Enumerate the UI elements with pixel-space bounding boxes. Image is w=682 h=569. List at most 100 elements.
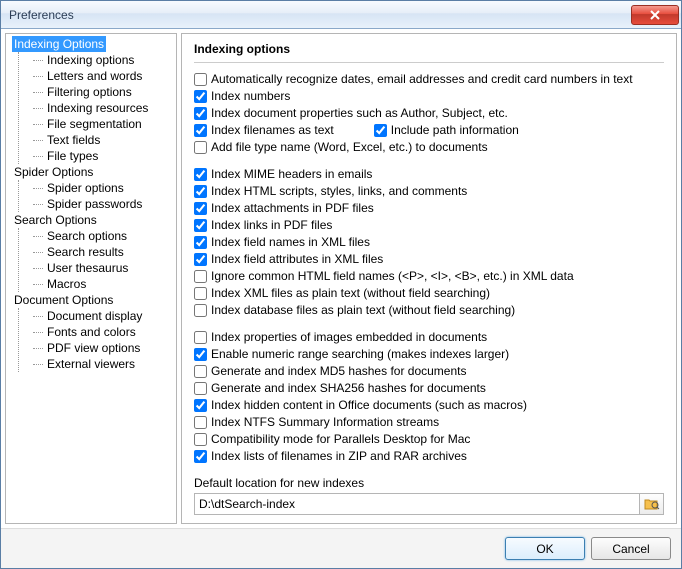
option-checkbox[interactable] (194, 433, 207, 446)
option-checkbox[interactable] (194, 90, 207, 103)
option-checkbox[interactable] (194, 365, 207, 378)
option-checkbox[interactable] (194, 348, 207, 361)
tree-item[interactable]: File segmentation (33, 116, 176, 132)
panel-heading: Indexing options (194, 42, 664, 56)
option-row: Index numbers (194, 88, 664, 105)
option-row: Index document properties such as Author… (194, 105, 664, 122)
option-checkbox[interactable] (194, 399, 207, 412)
option-checkbox[interactable] (194, 304, 207, 317)
option-label: Index HTML scripts, styles, links, and c… (211, 183, 467, 200)
option-row: Index NTFS Summary Information streams (194, 414, 664, 431)
option-row: Index field attributes in XML files (194, 251, 664, 268)
option-row: Ignore common HTML field names (<P>, <I>… (194, 268, 664, 285)
option-row: Index hidden content in Office documents… (194, 397, 664, 414)
tree-item[interactable]: User thesaurus (33, 260, 176, 276)
tree-item[interactable]: Document display (33, 308, 176, 324)
close-icon (650, 10, 660, 20)
option-checkbox[interactable] (194, 107, 207, 120)
tree-item[interactable]: File types (33, 148, 176, 164)
option-row: Add file type name (Word, Excel, etc.) t… (194, 139, 664, 156)
option-checkbox[interactable] (374, 124, 387, 137)
nav-tree: Indexing OptionsIndexing optionsLetters … (5, 33, 177, 524)
tree-header[interactable]: Document Options (12, 292, 176, 308)
dialog-body: Indexing OptionsIndexing optionsLetters … (1, 29, 681, 528)
option-label: Index document properties such as Author… (211, 105, 508, 122)
option-checkbox[interactable] (194, 382, 207, 395)
preferences-window: Preferences Indexing OptionsIndexing opt… (0, 0, 682, 569)
tree-item[interactable]: External viewers (33, 356, 176, 372)
option-checkbox[interactable] (194, 185, 207, 198)
option-label: Index hidden content in Office documents… (211, 397, 527, 414)
option-label: Index NTFS Summary Information streams (211, 414, 439, 431)
option-label: Enable numeric range searching (makes in… (211, 346, 509, 363)
option-row: Index field names in XML files (194, 234, 664, 251)
option-label: Index links in PDF files (211, 217, 332, 234)
option-row: Index HTML scripts, styles, links, and c… (194, 183, 664, 200)
tree-header[interactable]: Indexing Options (12, 36, 106, 52)
option-checkbox[interactable] (194, 168, 207, 181)
option-label: Generate and index SHA256 hashes for doc… (211, 380, 486, 397)
option-row: Index lists of filenames in ZIP and RAR … (194, 448, 664, 465)
tree-item[interactable]: Indexing options (33, 52, 176, 68)
option-checkbox[interactable] (194, 287, 207, 300)
tree-header[interactable]: Spider Options (12, 164, 176, 180)
option-label: Ignore common HTML field names (<P>, <I>… (211, 268, 574, 285)
option-label: Index field names in XML files (211, 234, 370, 251)
option-row: Automatically recognize dates, email add… (194, 71, 664, 88)
option-label: Index field attributes in XML files (211, 251, 383, 268)
option-checkbox[interactable] (194, 331, 207, 344)
tree-item[interactable]: Filtering options (33, 84, 176, 100)
option-row: Index attachments in PDF files (194, 200, 664, 217)
ok-button[interactable]: OK (505, 537, 585, 560)
option-checkbox[interactable] (194, 141, 207, 154)
tree-header[interactable]: Search Options (12, 212, 176, 228)
dialog-footer: OK Cancel (1, 528, 681, 568)
window-title: Preferences (9, 8, 631, 22)
option-checkbox[interactable] (194, 202, 207, 215)
content-panel: Indexing options Automatically recognize… (181, 33, 677, 524)
option-checkbox[interactable] (194, 236, 207, 249)
default-location-input[interactable] (194, 493, 640, 515)
tree-item[interactable]: Letters and words (33, 68, 176, 84)
tree-item[interactable]: Text fields (33, 132, 176, 148)
tree-item[interactable]: Spider options (33, 180, 176, 196)
tree-item[interactable]: Macros (33, 276, 176, 292)
option-checkbox[interactable] (194, 219, 207, 232)
option-checkbox[interactable] (194, 450, 207, 463)
option-row: Index links in PDF files (194, 217, 664, 234)
default-location-field (194, 493, 664, 515)
option-checkbox[interactable] (194, 270, 207, 283)
option-checkbox[interactable] (194, 253, 207, 266)
tree-item[interactable]: Search options (33, 228, 176, 244)
option-row: Index XML files as plain text (without f… (194, 285, 664, 302)
option-label: Index numbers (211, 88, 290, 105)
cancel-button[interactable]: Cancel (591, 537, 671, 560)
tree-item[interactable]: Indexing resources (33, 100, 176, 116)
option-label: Index properties of images embedded in d… (211, 329, 487, 346)
option-checkbox[interactable] (194, 416, 207, 429)
option-row: Index MIME headers in emails (194, 166, 664, 183)
option-checkbox[interactable] (194, 124, 207, 137)
tree-item[interactable]: Spider passwords (33, 196, 176, 212)
tree-item[interactable]: Search results (33, 244, 176, 260)
close-button[interactable] (631, 5, 679, 25)
option-label: Index XML files as plain text (without f… (211, 285, 490, 302)
option-label: Add file type name (Word, Excel, etc.) t… (211, 139, 488, 156)
option-row: Index properties of images embedded in d… (194, 329, 664, 346)
option-label: Index lists of filenames in ZIP and RAR … (211, 448, 467, 465)
divider (194, 62, 664, 63)
option-row: Compatibility mode for Parallels Desktop… (194, 431, 664, 448)
options-list: Automatically recognize dates, email add… (194, 71, 664, 468)
option-checkbox[interactable] (194, 73, 207, 86)
tree-item[interactable]: PDF view options (33, 340, 176, 356)
option-row: Index database files as plain text (with… (194, 302, 664, 319)
option-label: Index database files as plain text (with… (211, 302, 515, 319)
tree-item[interactable]: Fonts and colors (33, 324, 176, 340)
option-inline: Include path information (374, 122, 519, 139)
title-bar[interactable]: Preferences (1, 1, 681, 29)
option-row: Generate and index MD5 hashes for docume… (194, 363, 664, 380)
option-label: Include path information (391, 122, 519, 139)
option-label: Index MIME headers in emails (211, 166, 372, 183)
option-label: Generate and index MD5 hashes for docume… (211, 363, 466, 380)
browse-button[interactable] (640, 493, 664, 515)
